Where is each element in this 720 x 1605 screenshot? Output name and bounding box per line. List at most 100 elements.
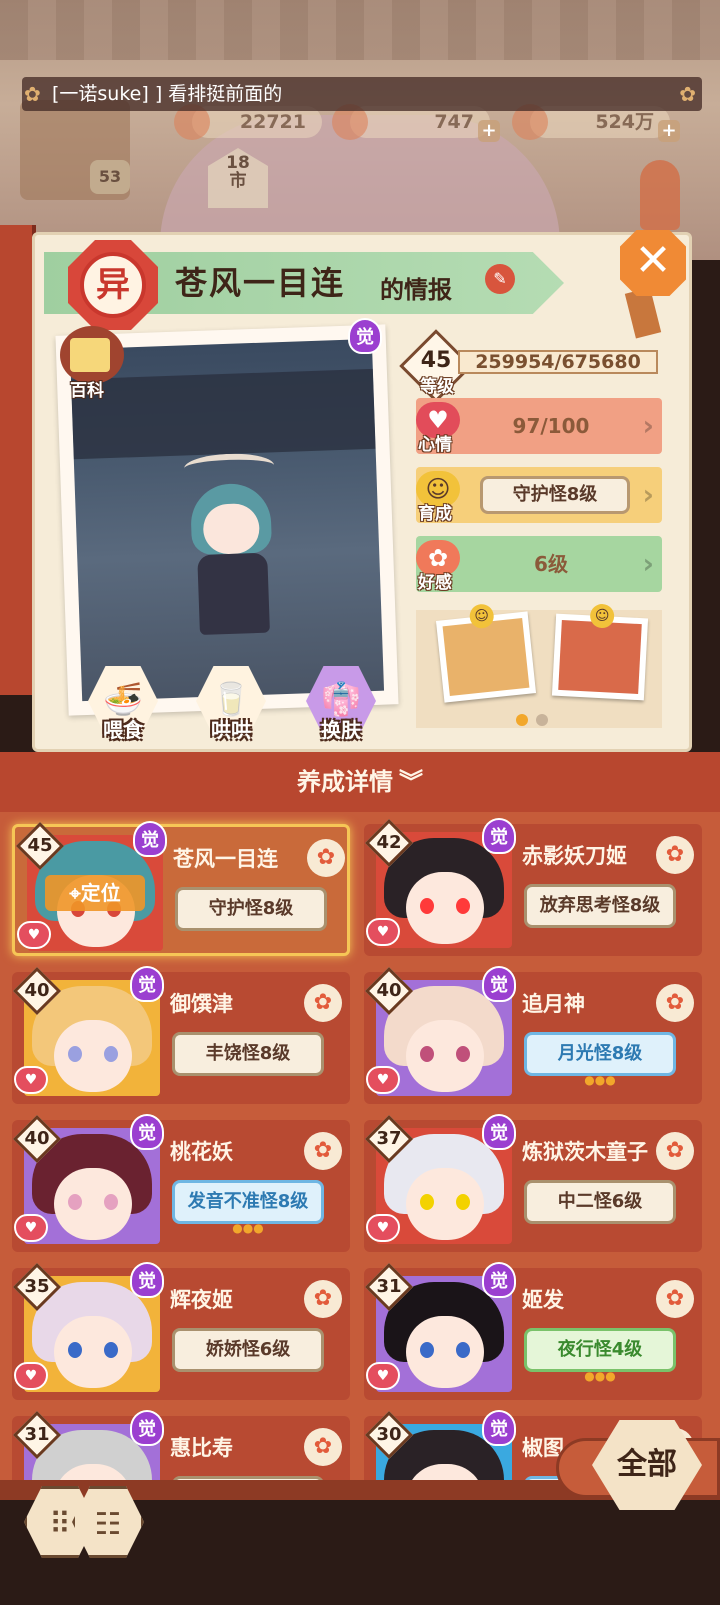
awaken-badge: 觉	[482, 1114, 516, 1150]
exp-bar: 259954/675680	[458, 350, 658, 374]
card-name: 苍风一目连	[173, 847, 278, 871]
favor-row[interactable]: ✿ 好感 6级 ›	[416, 536, 662, 593]
skin-button[interactable]: 👘 换肤	[306, 666, 384, 744]
favor-flower-icon: ✿	[656, 836, 694, 874]
favor-flower-icon: ✿	[304, 1428, 342, 1466]
fish-banner-icon[interactable]	[640, 160, 680, 230]
page-dot[interactable]	[536, 714, 548, 726]
add-currency-2-button[interactable]: +	[478, 120, 500, 142]
roster-card[interactable]: 31 觉 ♥ 姬发 ✿ 夜行怪4级 ●●●	[364, 1262, 702, 1400]
card-tag: 丰饶怪8级	[172, 1032, 324, 1076]
chevron-right-icon: ›	[642, 409, 654, 442]
character-sprite	[179, 452, 285, 645]
card-tag: 发音不准怪8级 ●●●	[172, 1180, 324, 1235]
card-name: 炼狱茨木童子	[522, 1140, 648, 1164]
roster-card[interactable]: 40 觉 ♥ 追月神 ✿ 月光怪8级 ●●●	[364, 966, 702, 1104]
star-rating: ●●●	[232, 1221, 264, 1235]
encyclopedia-button[interactable]: 百科	[56, 326, 126, 401]
chat-message: [一诺suke] ] 看排挺前面的	[52, 83, 283, 105]
awaken-badge: 觉	[482, 818, 516, 854]
gift-photo-1[interactable]: ☺	[435, 603, 537, 703]
mood-value: 97/100	[512, 414, 590, 438]
card-name: 姬发	[522, 1288, 564, 1312]
add-currency-3-button[interactable]: +	[658, 120, 680, 142]
star-rating: ●●●	[584, 1073, 616, 1087]
heart-icon: ♥	[366, 1362, 400, 1390]
card-name: 辉夜姬	[170, 1288, 233, 1312]
roster-title[interactable]: 养成详情 ︾	[0, 762, 720, 797]
awaken-badge: 觉	[482, 966, 516, 1002]
card-level: 31	[376, 1276, 402, 1297]
roster-card[interactable]: 42 觉 ♥ 赤影妖刀姬 ✿ 放弃思考怪8级	[364, 818, 702, 956]
card-name: 御馔津	[170, 992, 233, 1016]
page-dot-active[interactable]	[516, 714, 528, 726]
card-name: 追月神	[522, 992, 585, 1016]
awaken-badge: 觉	[130, 1114, 164, 1150]
awaken-badge: 觉	[348, 318, 388, 358]
gift-photo-2[interactable]: ☺	[551, 603, 649, 701]
roster-card[interactable]: 40 觉 ♥ 御馔津 ✿ 丰饶怪8级	[12, 966, 350, 1104]
flower-icon: ✿	[679, 82, 696, 106]
locate-button[interactable]: ⌖定位	[45, 875, 145, 911]
roster-card[interactable]: 35 觉 ♥ 辉夜姬 ✿ 娇娇怪6级	[12, 1262, 350, 1400]
heart-icon: ♥	[14, 1362, 48, 1390]
card-level: 45	[27, 835, 53, 856]
character-title: 苍风一目连	[175, 264, 346, 302]
roof-decoration	[0, 0, 720, 60]
left-book-edge	[0, 225, 36, 695]
chevron-down-icon: ︾	[399, 768, 423, 796]
level-label: 等级	[420, 377, 454, 397]
roster-card[interactable]: 37 觉 ♥ 炼狱茨木童子 ✿ 中二怪6级	[364, 1114, 702, 1252]
awaken-badge: 觉	[130, 966, 164, 1002]
favor-flower-icon: ✿	[307, 839, 345, 877]
card-tag: 放弃思考怪8级	[524, 884, 676, 928]
card-tag: 守护怪8级	[175, 887, 327, 931]
favor-flower-icon: ✿	[656, 984, 694, 1022]
pet-button[interactable]: 🥛 哄哄	[196, 666, 274, 744]
awaken-badge: 觉	[482, 1410, 516, 1446]
card-name: 惠比寿	[170, 1436, 233, 1460]
pin-icon: ⌖	[69, 881, 81, 905]
flower-icon: ✿	[24, 82, 41, 106]
chevron-right-icon: ›	[642, 478, 654, 511]
card-level: 42	[376, 832, 402, 853]
awaken-badge: 觉	[130, 1262, 164, 1298]
card-level: 31	[24, 1424, 50, 1445]
card-tag: 夜行怪4级 ●●●	[524, 1328, 676, 1383]
mood-row[interactable]: ♥ 心情 97/100 ›	[416, 398, 662, 455]
star-rating: ●●●	[584, 1369, 616, 1383]
card-level: 37	[376, 1128, 402, 1149]
card-level: 40	[24, 1128, 50, 1149]
close-button[interactable]: ✕	[620, 230, 686, 296]
shop-level: 53	[90, 160, 130, 194]
chevron-right-icon: ›	[642, 547, 654, 580]
card-level: 40	[376, 980, 402, 1001]
card-level: 35	[24, 1276, 50, 1297]
awaken-badge: 觉	[133, 821, 167, 857]
favor-flower-icon: ✿	[304, 1280, 342, 1318]
feed-button[interactable]: 🍜 喂食	[88, 666, 166, 744]
card-tag: 月光怪8级 ●●●	[524, 1032, 676, 1087]
rank-badge: 异	[68, 240, 158, 330]
heart-icon: ♥	[366, 918, 400, 946]
roster-card[interactable]: 40 觉 ♥ 桃花妖 ✿ 发音不准怪8级 ●●●	[12, 1114, 350, 1252]
card-tag: 娇娇怪6级	[172, 1328, 324, 1372]
heart-icon: ♥	[366, 1214, 400, 1242]
card-level: 30	[376, 1424, 402, 1445]
edit-name-icon[interactable]: ✎	[485, 264, 515, 294]
card-name: 桃花妖	[170, 1140, 233, 1164]
title-suffix: 的情报	[380, 276, 452, 304]
heart-icon: ♥	[17, 921, 51, 949]
awaken-badge: 觉	[482, 1262, 516, 1298]
favor-flower-icon: ✿	[304, 984, 342, 1022]
heart-icon: ♥	[14, 1214, 48, 1242]
chat-bar[interactable]: ✿ [一诺suke] ] 看排挺前面的 ✿	[22, 77, 702, 111]
awaken-badge: 觉	[130, 1410, 164, 1446]
heart-icon: ♥	[14, 1066, 48, 1094]
card-name: 赤影妖刀姬	[522, 844, 627, 868]
favor-value: 6级	[534, 552, 568, 576]
heart-icon: ♥	[366, 1066, 400, 1094]
growth-row[interactable]: ☺ 育成 守护怪8级 ›	[416, 467, 662, 524]
card-level: 40	[24, 980, 50, 1001]
roster-card[interactable]: 45 觉 ♥ 苍风一目连 ✿ 守护怪8级 ⌖定位	[12, 821, 350, 956]
